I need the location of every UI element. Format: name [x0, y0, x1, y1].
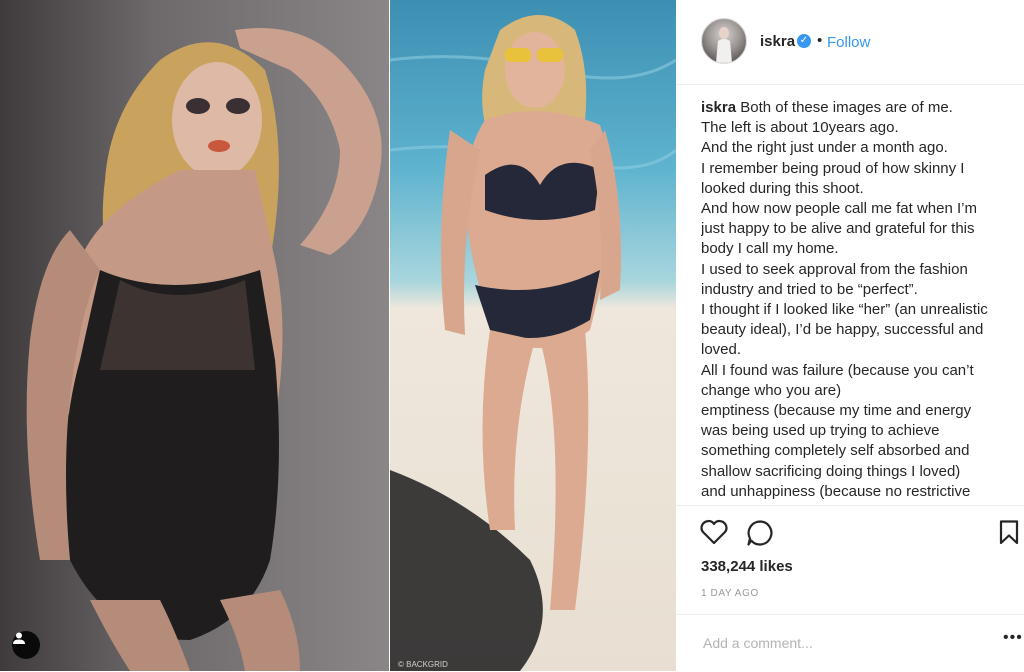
heart-icon	[700, 519, 728, 545]
avatar-figure-icon	[716, 27, 732, 63]
post-timestamp[interactable]: 1 DAY AGO	[701, 588, 759, 599]
caption-line: shallow sacrificing doing things I loved…	[701, 462, 961, 480]
comment-button[interactable]	[746, 519, 774, 552]
comment-bar: •••	[676, 614, 1024, 672]
caption-line: and unhappiness (because no restrictive	[701, 482, 971, 500]
post-side-panel: iskra ✓ • Follow iskra Both of these ima…	[676, 0, 1024, 671]
follow-button[interactable]: Follow	[827, 34, 870, 51]
caption-line: I thought if I looked like “her” (an unr…	[701, 301, 988, 319]
caption-line: iskra Both of these images are of me.	[701, 99, 953, 116]
post-header: iskra ✓ • Follow	[676, 0, 1024, 85]
post-caption: iskra Both of these images are of me. Th…	[701, 98, 1001, 503]
caption-line: industry and tried to be “perfect”.	[701, 280, 918, 298]
photo-watermark: © BACKGRID	[398, 660, 448, 669]
caption-line: beauty ideal), I’d be happy, successful …	[701, 321, 984, 339]
more-options-button[interactable]: •••	[1003, 629, 1023, 647]
caption-line: something completely self absorbed and	[701, 442, 970, 460]
avatar[interactable]	[701, 18, 747, 64]
bookmark-icon	[999, 520, 1019, 545]
comment-icon	[747, 520, 773, 546]
like-button[interactable]	[700, 519, 728, 550]
verified-badge-icon: ✓	[797, 34, 811, 48]
photo-right	[390, 0, 676, 671]
caption-line: change who you are)	[701, 381, 842, 399]
caption-line: And the right just under a month ago.	[701, 139, 948, 157]
save-button[interactable]	[999, 520, 1019, 550]
figure-left-illustration	[26, 28, 382, 671]
caption-line: just happy to be alive and grateful for …	[701, 220, 975, 238]
caption-line: emptiness (because my time and energy	[701, 402, 972, 420]
actions-divider	[676, 505, 1024, 506]
caption-line: And how now people call me fat when I’m	[701, 200, 977, 218]
user-tag-icon	[13, 632, 25, 644]
caption-line: All I found was failure (because you can…	[701, 361, 974, 379]
caption-line: loved.	[701, 341, 742, 359]
caption-line: body I call my home.	[701, 240, 839, 258]
header-separator: •	[817, 32, 823, 49]
caption-line: The left is about 10years ago.	[701, 119, 899, 137]
figure-right-illustration	[390, 15, 676, 671]
comment-input[interactable]	[701, 631, 975, 655]
caption-line: I remember being proud of how skinny I	[701, 159, 965, 177]
user-tag-button[interactable]	[12, 631, 40, 659]
caption-line: I used to seek approval from the fashion	[701, 260, 968, 278]
caption-line: looked during this shoot.	[701, 179, 864, 197]
caption-username[interactable]: iskra	[701, 99, 736, 116]
username-link[interactable]: iskra	[760, 33, 795, 50]
like-count[interactable]: 338,244 likes	[701, 558, 793, 575]
photo-left	[0, 0, 389, 671]
post-image[interactable]: © BACKGRID	[0, 0, 676, 671]
caption-line: was being used up trying to achieve	[701, 422, 940, 440]
